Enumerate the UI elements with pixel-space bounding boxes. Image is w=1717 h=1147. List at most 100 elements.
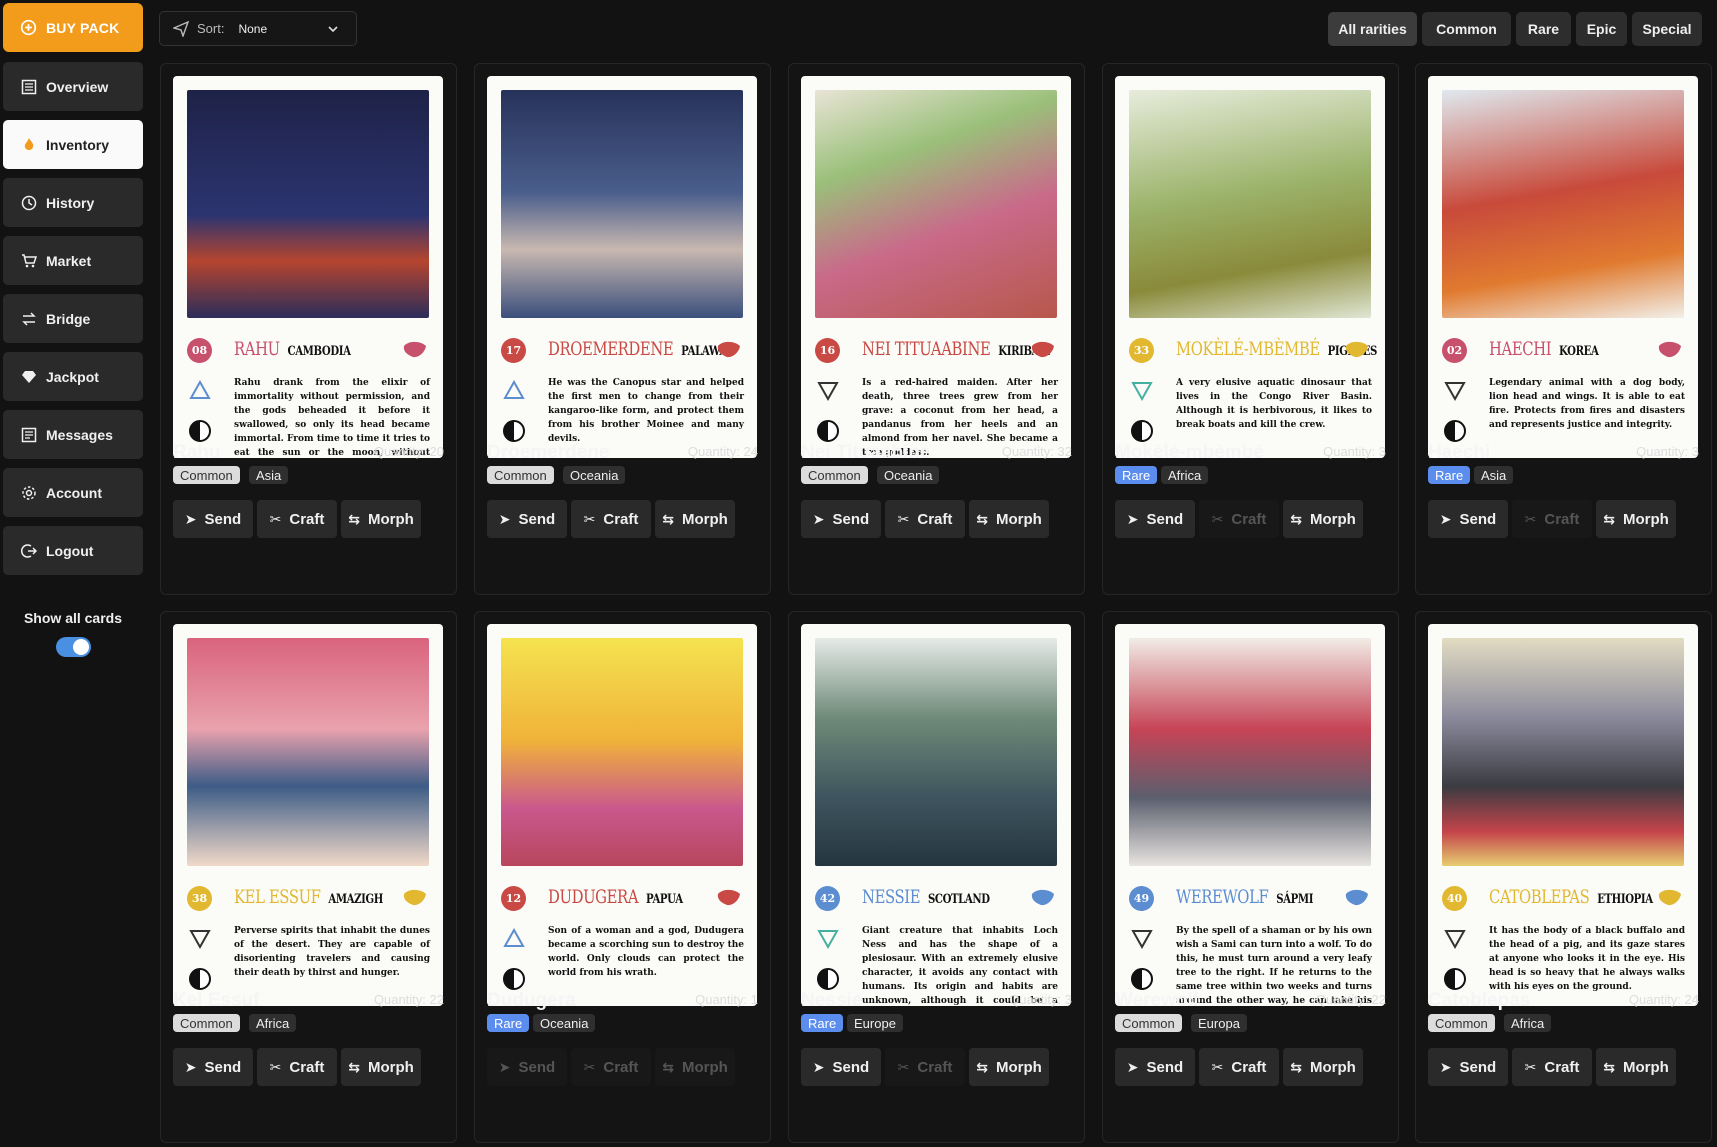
- morph-button[interactable]: ⇆ Morph: [969, 500, 1049, 538]
- inventory-card[interactable]: 02 HAECHI KOREA Legendary animal with a dog…: [1415, 63, 1712, 595]
- element-triangle-icon: [817, 382, 839, 402]
- morph-label: Morph: [367, 1058, 414, 1076]
- filter-rare-button[interactable]: Rare: [1516, 12, 1571, 46]
- send-label: Send: [1459, 510, 1497, 528]
- filter-special-button[interactable]: Special: [1632, 12, 1702, 46]
- morph-button[interactable]: ⇆ Morph: [1283, 500, 1363, 538]
- inventory-card[interactable]: 40 CATOBLEPAS ETHIOPIA It has the body of a…: [1415, 611, 1712, 1143]
- craft-icon: ✂: [269, 510, 282, 527]
- sidebar-item-market[interactable]: Market: [3, 236, 143, 285]
- sidebar-item-bridge[interactable]: Bridge: [3, 294, 143, 343]
- card-quantity: Quantity: 32: [1002, 444, 1072, 459]
- region-map-icon: [1345, 341, 1368, 358]
- sidebar: BUY PACK Overview Inventory History Market B…: [0, 0, 146, 1147]
- send-button[interactable]: ➤ Send: [1428, 1048, 1508, 1086]
- morph-button[interactable]: ⇆ Morph: [1283, 1048, 1363, 1086]
- morph-button[interactable]: ⇆ Morph: [341, 500, 421, 538]
- show-all-toggle[interactable]: [56, 637, 91, 657]
- card-illustration: [187, 638, 429, 866]
- send-button[interactable]: ➤ Send: [173, 500, 253, 538]
- sidebar-item-inventory[interactable]: Inventory: [3, 120, 143, 169]
- morph-label: Morph: [1309, 1058, 1356, 1076]
- sidebar-item-jackpot[interactable]: Jackpot: [3, 352, 143, 401]
- overview-icon: [20, 78, 38, 96]
- morph-button[interactable]: ⇆ Morph: [1596, 500, 1676, 538]
- buy-pack-button[interactable]: BUY PACK: [3, 3, 143, 52]
- morph-button[interactable]: ⇆ Morph: [341, 1048, 421, 1086]
- morph-icon: ⇆: [1290, 1058, 1302, 1075]
- card-art-country: AMAZIGH: [328, 892, 383, 907]
- card-actions: ➤ Send ✂ Craft ⇆ Morph: [487, 500, 735, 538]
- inventory-card[interactable]: 08 RAHU CAMBODIA Rahu drank from the elixir…: [160, 63, 457, 595]
- inventory-card[interactable]: 33MOKÈLÉ-MBÈMBÉPIGMIESA very elusive aqu…: [1102, 63, 1399, 595]
- card-artwork: 42 NESSIE SCOTLAND Giant creature that inha…: [801, 624, 1071, 1006]
- sidebar-item-label: Bridge: [46, 310, 91, 327]
- element-triangle-icon: [1131, 930, 1153, 950]
- send-button[interactable]: ➤ Send: [487, 1048, 567, 1086]
- sidebar-item-messages[interactable]: Messages: [3, 410, 143, 459]
- rarity-badge: Common: [487, 466, 554, 484]
- morph-button[interactable]: ⇆ Morph: [655, 500, 735, 538]
- quantity-value: 24: [743, 444, 758, 459]
- craft-button[interactable]: ✂ Craft: [571, 1048, 651, 1086]
- craft-button[interactable]: ✂ Craft: [1199, 1048, 1279, 1086]
- send-button[interactable]: ➤ Send: [1115, 1048, 1195, 1086]
- card-artwork: 40 CATOBLEPAS ETHIOPIA It has the body of a…: [1428, 624, 1698, 1006]
- send-button[interactable]: ➤ Send: [487, 500, 567, 538]
- card-name: Mokèlé-mbèmbé: [1115, 442, 1264, 463]
- send-label: Send: [832, 1058, 870, 1076]
- craft-icon: ✂: [583, 1058, 596, 1075]
- yin-yang-icon: [189, 968, 211, 990]
- sidebar-item-logout[interactable]: Logout: [3, 526, 143, 575]
- sort-dropdown[interactable]: Sort: None: [159, 11, 357, 46]
- craft-button[interactable]: ✂ Craft: [885, 500, 965, 538]
- send-button[interactable]: ➤ Send: [801, 1048, 881, 1086]
- card-artwork: 33MOKÈLÉ-MBÈMBÉPIGMIESA very elusive aqu…: [1115, 76, 1385, 458]
- filter-common-button[interactable]: Common: [1422, 12, 1511, 46]
- send-button[interactable]: ➤ Send: [801, 500, 881, 538]
- morph-button[interactable]: ⇆ Morph: [1596, 1048, 1676, 1086]
- card-name: Dudugera: [487, 990, 576, 1011]
- send-button[interactable]: ➤ Send: [173, 1048, 253, 1086]
- sidebar-item-overview[interactable]: Overview: [3, 62, 143, 111]
- region-map-icon: [1031, 889, 1054, 906]
- craft-icon: ✂: [1211, 510, 1224, 527]
- region-badge: Oceania: [877, 466, 940, 484]
- card-quantity: Quantity: 3: [1009, 992, 1072, 1007]
- craft-button[interactable]: ✂ Craft: [1512, 500, 1592, 538]
- inventory-card[interactable]: 38 KEL ESSUF AMAZIGH Perverse spirits that …: [160, 611, 457, 1143]
- quantity-value: 3: [1691, 444, 1699, 459]
- element-triangle-icon: [503, 380, 525, 399]
- card-art-name: CATOBLEPAS: [1489, 886, 1590, 908]
- send-button[interactable]: ➤ Send: [1115, 500, 1195, 538]
- morph-button[interactable]: ⇆ Morph: [655, 1048, 735, 1086]
- inventory-card[interactable]: 49 WEREWOLF SÁPMI By the spell of a shaman …: [1102, 611, 1399, 1143]
- craft-button[interactable]: ✂ Craft: [257, 500, 337, 538]
- card-actions: ➤ Send ✂ Craft ⇆ Morph: [801, 500, 1049, 538]
- card-illustration: [1442, 90, 1684, 318]
- filter-all-rarities-button[interactable]: All rarities: [1328, 12, 1417, 46]
- craft-button[interactable]: ✂ Craft: [885, 1048, 965, 1086]
- card-number: 16: [815, 338, 840, 363]
- card-description: Legendary animal with a dog body, lion h…: [1489, 378, 1685, 430]
- inventory-card[interactable]: 42 NESSIE SCOTLAND Giant creature that inha…: [788, 611, 1085, 1143]
- card-actions: ➤ Send ✂ Craft ⇆ Morph: [801, 1048, 1049, 1086]
- inventory-card[interactable]: 12 DUDUGERA PAPUA Son of a woman and a god,…: [474, 611, 771, 1143]
- inventory-card[interactable]: 16 NEI TITUAABINE KIRIBATI Is a red-haired …: [788, 63, 1085, 595]
- card-actions: ➤ Send ✂ Craft ⇆ Morph: [487, 1048, 735, 1086]
- craft-button[interactable]: ✂ Craft: [1512, 1048, 1592, 1086]
- sidebar-item-account[interactable]: Account: [3, 468, 143, 517]
- craft-button[interactable]: ✂ Craft: [571, 500, 651, 538]
- card-art-title: NESSIE SCOTLAND: [862, 886, 990, 908]
- morph-button[interactable]: ⇆ Morph: [969, 1048, 1049, 1086]
- inventory-card[interactable]: 17 DROEMERDENE PALAWA He was the Canopus st…: [474, 63, 771, 595]
- diamond-icon: [20, 368, 38, 386]
- region-badge: Asia: [249, 466, 289, 484]
- craft-button[interactable]: ✂ Craft: [257, 1048, 337, 1086]
- filter-epic-button[interactable]: Epic: [1576, 12, 1627, 46]
- sidebar-item-history[interactable]: History: [3, 178, 143, 227]
- send-button[interactable]: ➤ Send: [1428, 500, 1508, 538]
- arrows-icon: [20, 310, 38, 328]
- craft-button[interactable]: ✂ Craft: [1199, 500, 1279, 538]
- craft-icon: ✂: [897, 1058, 910, 1075]
